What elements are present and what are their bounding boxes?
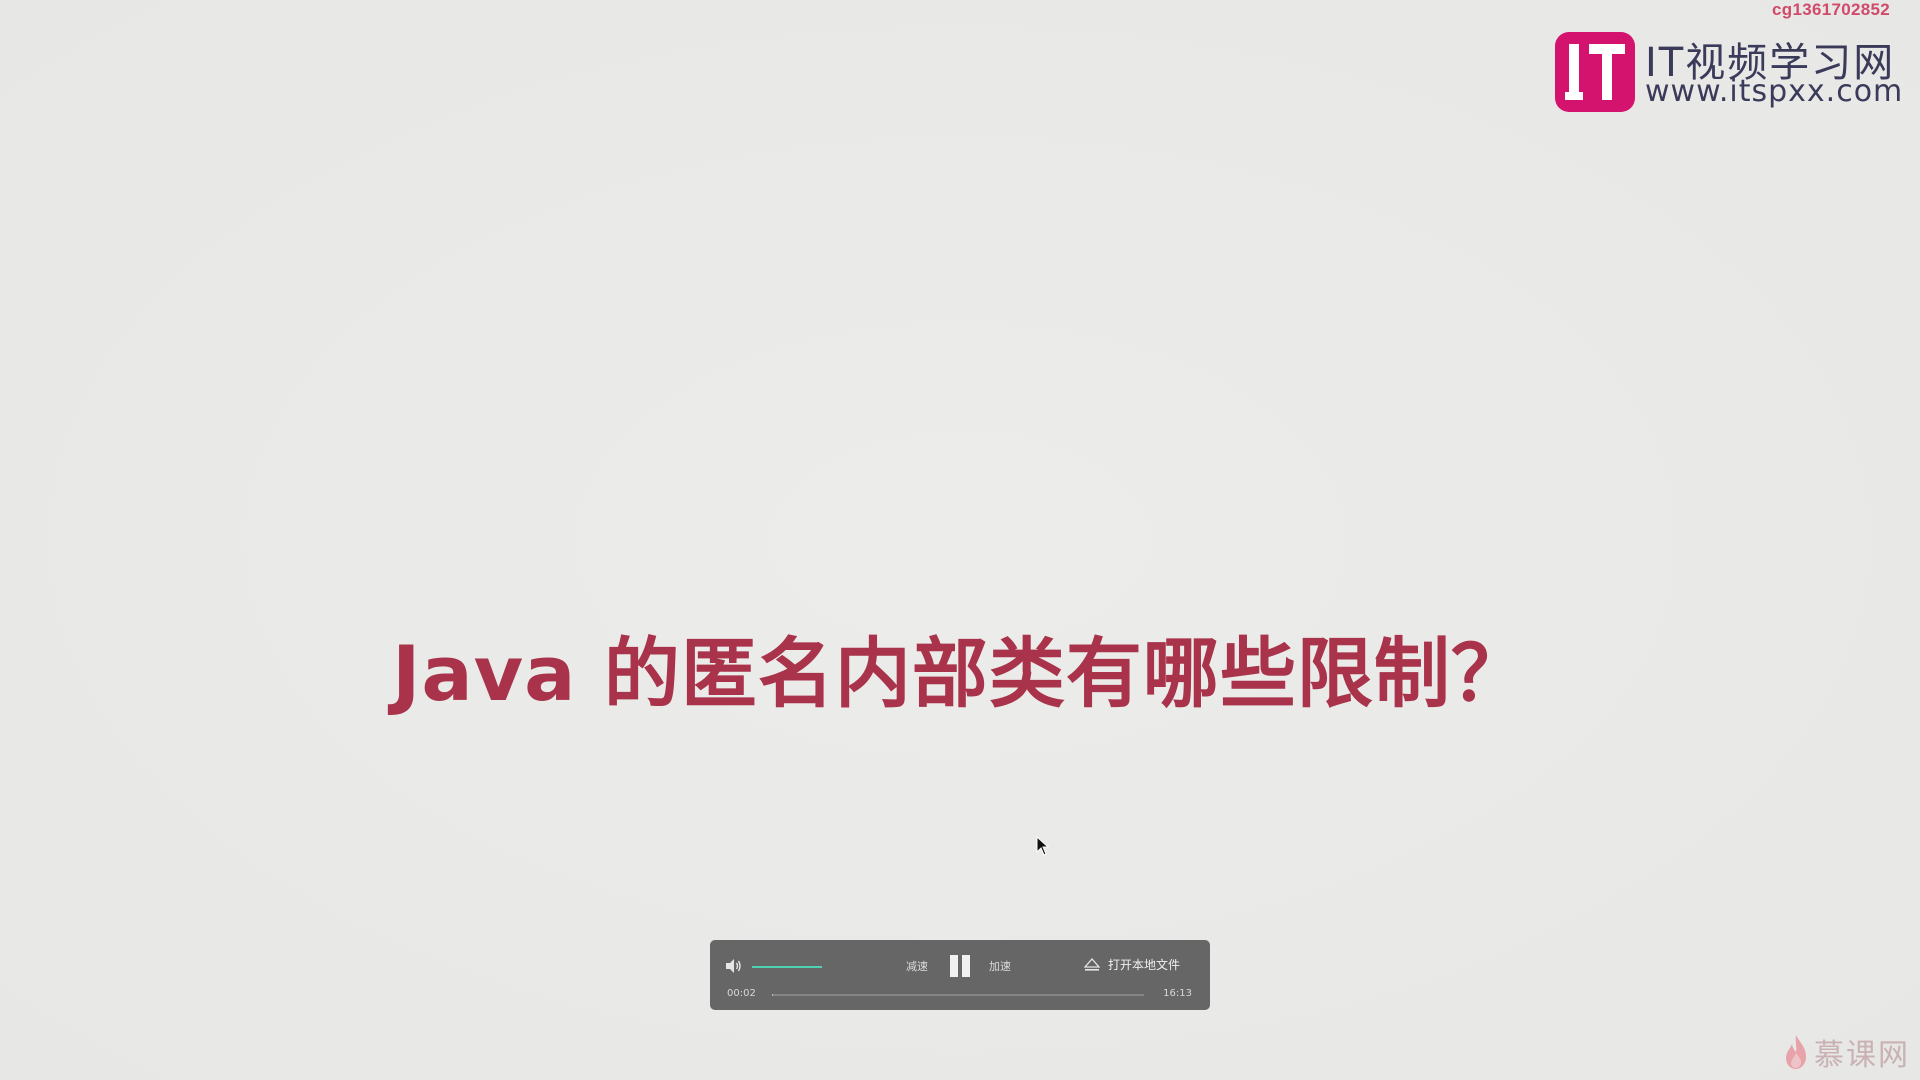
brand-watermark: 慕课网 [1782,1030,1910,1074]
slide-title: Java 的匿名内部类有哪些限制？ [392,629,1528,718]
pause-button[interactable] [950,955,972,977]
open-local-file-label: 打开本地文件 [1108,958,1181,972]
slow-down-button[interactable]: 减速 [906,958,928,974]
user-id-watermark: cg1361702852 [1772,0,1890,19]
logo-text-url: www.itspxx.com [1645,74,1904,109]
video-stage: cg1361702852 IT视频学习网 www.itspxx.com Java… [0,0,1920,1080]
eject-icon [1084,957,1100,971]
seek-bar[interactable] [772,994,1144,996]
total-time: 16:13 [1163,988,1192,999]
volume-slider-fill [752,966,822,968]
current-time: 00:02 [727,988,756,999]
pause-icon [950,955,958,977]
video-player-controls: 减速 加速 打开本地文件 00:02 16:13 [710,940,1210,1010]
speed-up-button[interactable]: 加速 [989,958,1011,974]
speaker-icon[interactable] [724,958,742,974]
site-logo: IT视频学习网 www.itspxx.com [1555,30,1905,114]
open-local-file-button[interactable]: 打开本地文件 [1084,956,1180,973]
flame-icon [1786,1035,1806,1069]
volume-slider[interactable] [752,966,822,968]
mouse-pointer-icon [1036,836,1050,856]
brand-watermark-text: 慕课网 [1814,1038,1910,1073]
logo-mark-icon [1555,32,1635,112]
seek-bar-fill [772,994,773,996]
pause-icon [962,955,970,977]
